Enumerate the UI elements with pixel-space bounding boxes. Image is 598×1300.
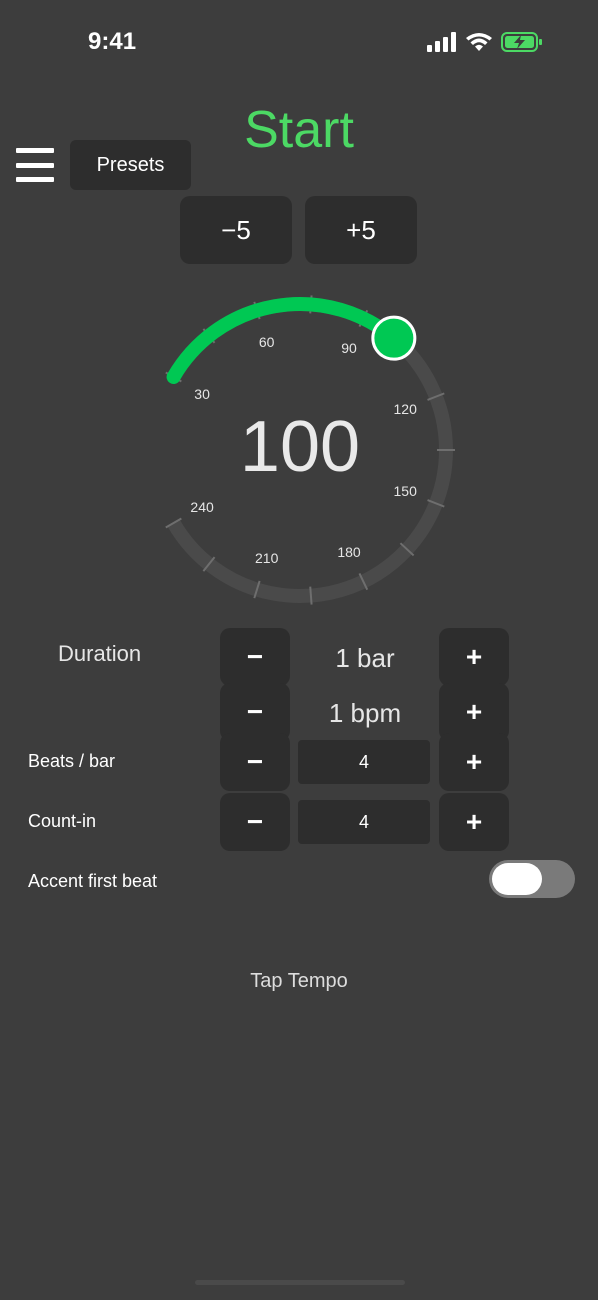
beats-per-bar-increment-button[interactable]: + [439, 733, 509, 791]
duration-label: Duration [58, 641, 142, 666]
wifi-icon [466, 33, 492, 51]
hamburger-line [16, 177, 54, 182]
dial-tick-label: 30 [194, 385, 210, 402]
tempo-dial[interactable]: 30 60 90 120 150 180 210 240 100 [140, 290, 460, 610]
home-indicator [195, 1280, 405, 1285]
dial-handle[interactable] [371, 315, 417, 361]
dial-tick-label: 210 [255, 550, 279, 566]
accent-first-beat-toggle[interactable] [489, 860, 575, 898]
dial-tick-label: 60 [258, 334, 275, 350]
metronome-screen: 9:41 Presets Start −5 +5 30 60 90 120 15… [0, 0, 598, 1300]
accent-first-beat-label: Accent first beat [28, 871, 158, 891]
duration-bpm-value: 1 bpm [328, 698, 402, 728]
battery-charging-icon [501, 32, 542, 52]
count-in-label: Count-in [28, 811, 97, 831]
duration-bars-value: 1 bar [335, 643, 395, 673]
bpm-value: 100 [239, 407, 361, 487]
tap-tempo-button[interactable]: Tap Tempo [0, 970, 598, 993]
toggle-knob [492, 863, 542, 895]
duration-bars-increment-button[interactable]: + [439, 628, 509, 686]
dial-tick-label: 240 [190, 498, 214, 515]
beats-per-bar-decrement-button[interactable]: − [220, 733, 290, 791]
dial-progress-arc [166, 297, 401, 384]
beats-per-bar-value[interactable]: 4 [298, 740, 430, 784]
dial-tick-label: 180 [337, 543, 361, 560]
status-time: 9:41 [88, 28, 137, 55]
status-icons [427, 32, 543, 52]
start-button[interactable]: Start [0, 100, 598, 160]
hamburger-line [16, 162, 54, 168]
minus-five-button[interactable]: −5 [180, 196, 292, 264]
plus-five-button[interactable]: +5 [305, 196, 417, 264]
signal-icon [427, 32, 456, 52]
duration-bars-decrement-button[interactable]: − [220, 628, 290, 686]
dial-tick-label: 90 [341, 340, 357, 357]
beats-per-bar-label: Beats / bar [28, 751, 116, 771]
count-in-value[interactable]: 4 [298, 800, 430, 844]
count-in-increment-button[interactable]: + [439, 793, 509, 851]
dial-tick [309, 586, 313, 605]
count-in-decrement-button[interactable]: − [220, 793, 290, 851]
